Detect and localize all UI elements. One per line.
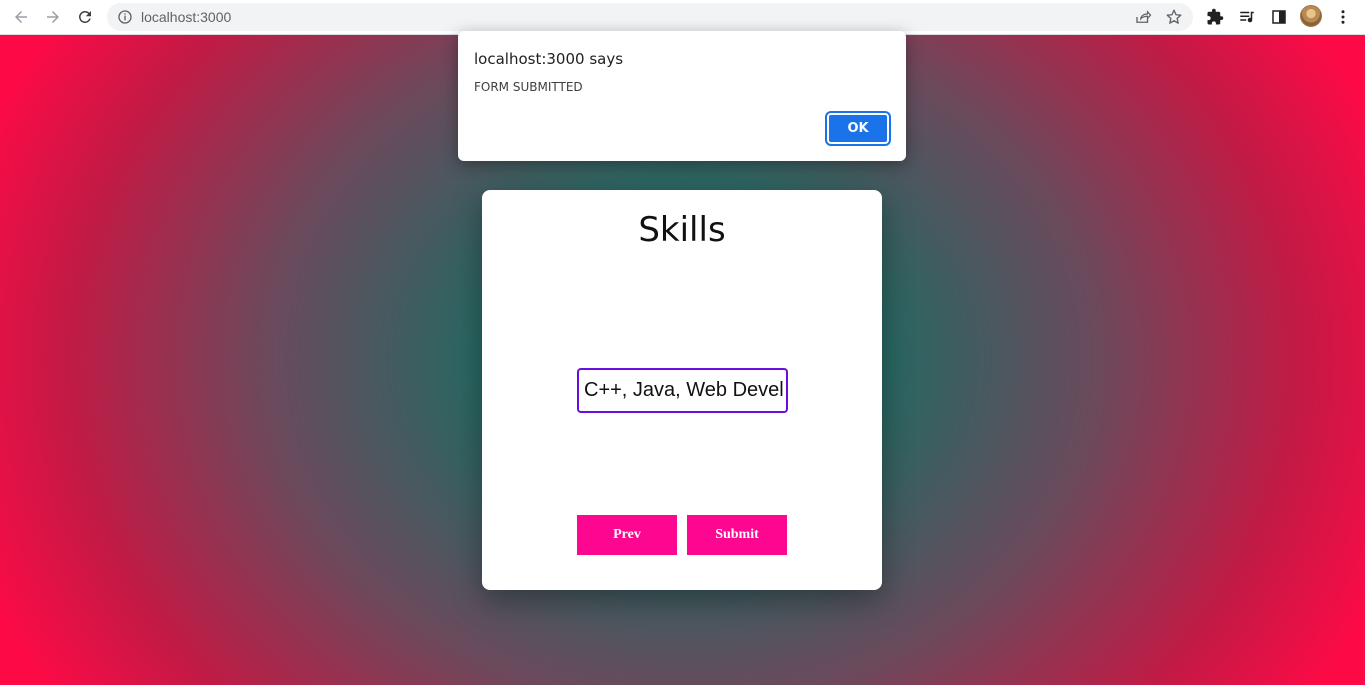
skills-input[interactable]: C++, Java, Web Devel bbox=[577, 368, 788, 413]
side-panel-icon bbox=[1272, 10, 1286, 24]
address-bar[interactable]: localhost:3000 bbox=[107, 3, 1193, 31]
arrow-right-icon bbox=[47, 11, 59, 23]
prev-button[interactable]: Prev bbox=[577, 515, 677, 555]
form-title: Skills bbox=[638, 210, 726, 250]
media-queue-icon bbox=[1240, 11, 1254, 23]
url-text[interactable]: localhost:3000 bbox=[141, 9, 231, 25]
back-button[interactable] bbox=[8, 4, 34, 30]
alert-message: FORM SUBMITTED bbox=[474, 80, 583, 94]
forward-button[interactable] bbox=[40, 4, 66, 30]
reload-button[interactable] bbox=[72, 4, 98, 30]
alert-dialog: localhost:3000 says FORM SUBMITTED OK bbox=[458, 31, 906, 161]
info-icon[interactable] bbox=[117, 9, 133, 25]
alert-title: localhost:3000 says bbox=[474, 50, 624, 68]
profile-avatar[interactable] bbox=[1300, 5, 1322, 27]
browser-menu-button[interactable] bbox=[1331, 5, 1355, 29]
browser-toolbar: localhost:3000 bbox=[0, 0, 1365, 35]
skills-form-card: Skills C++, Java, Web Devel Prev Submit bbox=[482, 190, 882, 590]
ok-button[interactable]: OK bbox=[825, 111, 891, 146]
submit-button[interactable]: Submit bbox=[687, 515, 787, 555]
star-icon[interactable] bbox=[1165, 8, 1183, 26]
media-button[interactable] bbox=[1235, 5, 1259, 29]
extensions-button[interactable] bbox=[1203, 5, 1227, 29]
kebab-menu-icon bbox=[1341, 10, 1345, 24]
reload-icon bbox=[79, 11, 91, 23]
puzzle-icon bbox=[1207, 8, 1224, 25]
side-panel-button[interactable] bbox=[1267, 5, 1291, 29]
skills-input-value: C++, Java, Web Devel bbox=[584, 379, 784, 401]
share-icon[interactable] bbox=[1134, 8, 1152, 26]
arrow-left-icon bbox=[15, 11, 27, 23]
